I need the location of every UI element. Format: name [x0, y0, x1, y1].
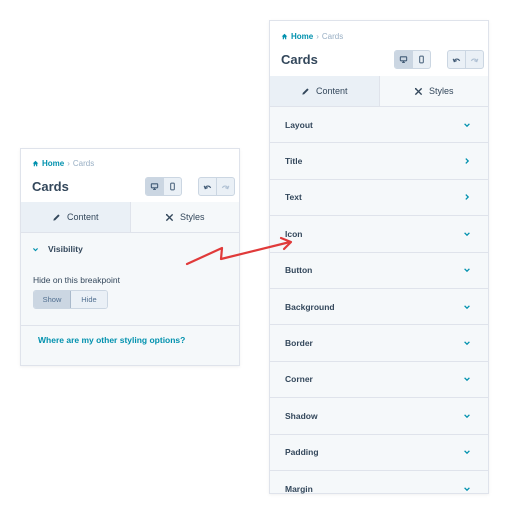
undo-icon	[452, 58, 461, 63]
chevron-down-icon	[464, 232, 470, 236]
breadcrumb-separator: ›	[316, 32, 319, 41]
chevron-down-icon	[464, 341, 470, 346]
desktop-view-button[interactable]	[395, 51, 412, 68]
tab-content[interactable]: Content	[270, 76, 380, 106]
chevron-right-icon	[465, 158, 470, 164]
styles-icon	[165, 213, 174, 221]
section-label: Background	[285, 301, 335, 312]
style-sections-list: Layout Title Text Icon Button Background Borde…	[270, 107, 488, 506]
home-icon	[281, 33, 288, 40]
panel-header: Home › Cards Cards	[270, 21, 488, 76]
section-label: Title	[285, 156, 303, 167]
section-margin[interactable]: Margin	[270, 471, 488, 506]
section-label: Button	[285, 265, 313, 276]
mobile-view-button[interactable]	[412, 51, 430, 68]
tab-styles-label: Styles	[179, 212, 205, 222]
visibility-header[interactable]: Visibility	[32, 244, 83, 254]
redo-button[interactable]	[465, 51, 483, 68]
tab-bar: Content Styles	[21, 202, 239, 233]
undo-button[interactable]	[199, 178, 216, 195]
pencil-icon	[302, 87, 309, 95]
tab-content[interactable]: Content	[21, 202, 131, 232]
section-icon[interactable]: Icon	[270, 216, 488, 253]
hide-breakpoint-label: Hide on this breakpoint	[33, 275, 120, 285]
section-layout[interactable]: Layout	[270, 107, 488, 144]
styles-icon	[414, 87, 423, 95]
page-title: Cards	[32, 179, 69, 194]
history-controls	[447, 50, 484, 69]
chevron-down-icon	[464, 450, 470, 455]
redo-button[interactable]	[216, 178, 234, 195]
undo-button[interactable]	[448, 51, 465, 68]
visibility-toggle: Show Hide	[33, 290, 108, 309]
chevron-down-icon	[464, 304, 470, 309]
undo-icon	[203, 185, 212, 190]
breadcrumb-current: Cards	[321, 32, 344, 41]
visibility-heading: Visibility	[48, 244, 83, 254]
section-button[interactable]: Button	[270, 253, 488, 289]
left-panel-mobile-view: Home › Cards Cards Content Styles Visibi…	[20, 148, 240, 366]
breadcrumb-home-link[interactable]: Home	[291, 32, 313, 41]
history-controls	[198, 177, 235, 196]
page-title: Cards	[281, 52, 318, 67]
tab-styles-label: Styles	[428, 86, 454, 96]
redo-icon	[470, 58, 479, 63]
section-label: Text	[285, 192, 302, 203]
section-label: Margin	[285, 483, 313, 494]
section-label: Shadow	[285, 410, 318, 421]
tab-bar: Content Styles	[270, 76, 488, 107]
chevron-right-icon	[465, 194, 470, 201]
mobile-icon	[170, 182, 175, 191]
breadcrumb: Home › Cards	[32, 159, 94, 168]
home-icon	[32, 160, 39, 167]
section-text[interactable]: Text	[270, 180, 488, 217]
section-label: Layout	[285, 119, 313, 130]
section-corner[interactable]: Corner	[270, 362, 488, 399]
chevron-down-icon	[464, 414, 470, 418]
section-border[interactable]: Border	[270, 325, 488, 362]
hide-button[interactable]: Hide	[71, 291, 107, 308]
breadcrumb-current: Cards	[72, 159, 95, 168]
tab-styles[interactable]: Styles	[379, 76, 488, 106]
panel-header: Home › Cards Cards	[21, 149, 239, 202]
styling-options-help-link[interactable]: Where are my other styling options?	[38, 335, 185, 345]
section-label: Corner	[285, 374, 313, 385]
section-padding[interactable]: Padding	[270, 435, 488, 471]
show-button[interactable]: Show	[34, 291, 71, 308]
tab-styles[interactable]: Styles	[130, 202, 239, 232]
section-label: Border	[285, 338, 313, 349]
chevron-down-icon	[464, 486, 470, 491]
breadcrumb: Home › Cards	[281, 32, 343, 41]
desktop-icon	[150, 183, 159, 191]
pencil-icon	[53, 213, 60, 221]
tab-content-label: Content	[66, 212, 99, 222]
redo-icon	[221, 185, 230, 190]
mobile-view-button[interactable]	[163, 178, 181, 195]
chevron-down-icon	[464, 123, 470, 127]
device-toggle	[145, 177, 182, 196]
chevron-down-icon	[464, 268, 470, 273]
section-shadow[interactable]: Shadow	[270, 398, 488, 435]
breadcrumb-home-link[interactable]: Home	[42, 159, 64, 168]
chevron-down-icon	[33, 247, 38, 251]
section-label: Padding	[285, 447, 319, 458]
device-toggle	[394, 50, 431, 69]
mobile-icon	[419, 55, 424, 64]
desktop-view-button[interactable]	[146, 178, 163, 195]
tab-content-label: Content	[315, 86, 348, 96]
section-label: Icon	[285, 228, 303, 239]
section-title[interactable]: Title	[270, 143, 488, 180]
chevron-down-icon	[464, 377, 470, 382]
right-panel-desktop-view: Home › Cards Cards Content Styles Layout…	[269, 20, 489, 494]
visibility-section: Visibility Hide on this breakpoint Show …	[21, 233, 239, 326]
section-background[interactable]: Background	[270, 289, 488, 326]
breadcrumb-separator: ›	[67, 159, 70, 168]
desktop-icon	[399, 56, 408, 64]
